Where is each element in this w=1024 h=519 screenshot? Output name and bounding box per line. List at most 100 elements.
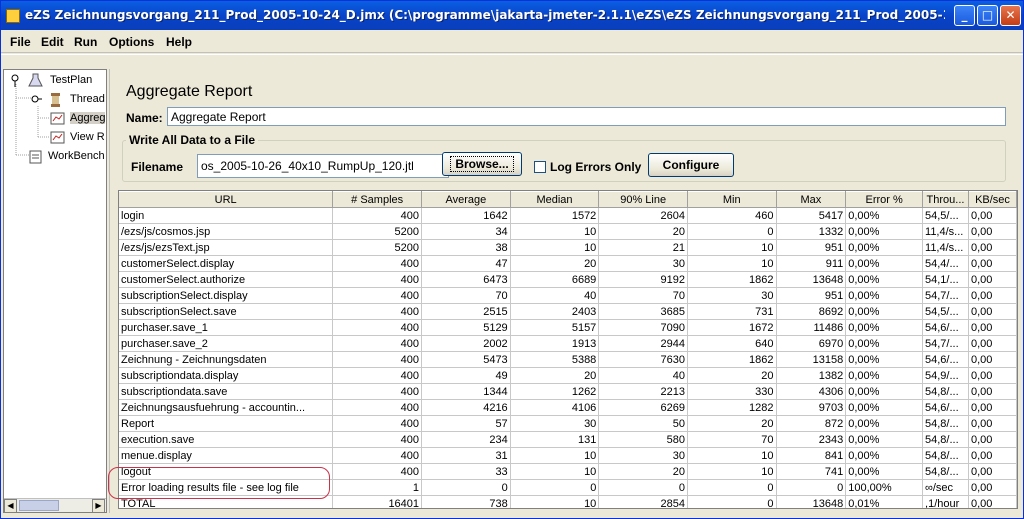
table-row[interactable]: Zeichnung - Zeichnungsdaten 400 5473 5388 76… <box>119 351 1017 368</box>
table-cell: 2403 <box>510 303 600 320</box>
table-cell: 10 <box>510 239 600 256</box>
table-row[interactable]: Error loading results file - see log fil… <box>119 479 1017 496</box>
scroll-right-button[interactable]: ▶ <box>92 499 105 512</box>
table-cell: 54,5/... <box>922 207 969 224</box>
table-row[interactable]: login 400 1642 1572 2604 460 5417 0,00% 54,5/...… <box>119 207 1017 224</box>
table-cell: 0 <box>687 495 777 508</box>
expand-toggle-icon[interactable] <box>30 92 45 107</box>
split-pane-divider[interactable] <box>109 69 116 513</box>
clipboard-icon <box>29 150 42 164</box>
column-header[interactable]: URL <box>119 191 334 208</box>
table-cell: 0,00 <box>968 399 1017 416</box>
spool-icon <box>51 93 60 107</box>
table-row[interactable]: purchaser.save_1 400 5129 5157 7090 1672 11486… <box>119 319 1017 336</box>
filename-input[interactable]: os_2005-10-26_40x10_RumpUp_120.jtl <box>197 154 449 178</box>
menu-help[interactable]: Help <box>166 35 192 49</box>
table-cell: customerSelect.display <box>119 255 334 272</box>
table-cell: Zeichnung - Zeichnungsdaten <box>119 351 334 368</box>
table-row[interactable]: purchaser.save_2 400 2002 1913 2944 640 6970 0,… <box>119 335 1017 352</box>
table-row[interactable]: logout 400 33 10 20 10 741 0,00% 54,8/... 0,00 <box>119 463 1017 480</box>
table-cell: 2343 <box>776 431 847 448</box>
menu-run[interactable]: Run <box>74 35 97 49</box>
table-cell: menue.display <box>119 447 334 464</box>
menu-edit[interactable]: Edit <box>41 35 64 49</box>
table-cell: 50 <box>598 415 688 432</box>
table-row[interactable]: TOTAL 16401 738 10 2854 0 13648 0,01% ,1/hour 0,0… <box>119 495 1017 508</box>
table-cell: 0,00% <box>845 319 924 336</box>
column-header[interactable]: Min <box>687 191 777 208</box>
scroll-thumb[interactable] <box>19 500 59 511</box>
table-cell: 21 <box>598 239 688 256</box>
table-cell: 11,4/s... <box>922 239 969 256</box>
table-cell: 5417 <box>776 207 847 224</box>
table-cell: 400 <box>332 463 423 480</box>
table-row[interactable]: /ezs/js/cosmos.jsp 5200 34 10 20 0 1332 0,00% 11… <box>119 223 1017 240</box>
column-header[interactable]: # Samples <box>332 191 423 208</box>
table-cell: 6970 <box>776 335 847 352</box>
table-cell: 400 <box>332 319 423 336</box>
expand-pin-icon[interactable] <box>10 73 25 88</box>
table-cell: 4106 <box>510 399 600 416</box>
table-row[interactable]: subscriptionSelect.save 400 2515 2403 3685 73… <box>119 303 1017 320</box>
table-row[interactable]: subscriptiondata.display 400 49 20 40 20 1382 0… <box>119 367 1017 384</box>
table-cell: 38 <box>421 239 511 256</box>
table-cell: 6473 <box>421 271 511 288</box>
table-cell: 0,00 <box>968 495 1017 508</box>
table-cell: 4216 <box>421 399 511 416</box>
minimize-button[interactable]: _ <box>954 5 975 26</box>
page-title: Aggregate Report <box>126 83 253 100</box>
table-cell: TOTAL <box>119 495 334 508</box>
table-cell: 2944 <box>598 335 688 352</box>
column-header[interactable]: Median <box>510 191 600 208</box>
table-row[interactable]: customerSelect.authorize 400 6473 6689 9192 1… <box>119 271 1017 288</box>
table-cell: 0,00% <box>845 431 924 448</box>
log-errors-checkbox[interactable] <box>534 161 546 173</box>
table-row[interactable]: customerSelect.display 400 47 20 30 10 911 0,00… <box>119 255 1017 272</box>
table-row[interactable]: /ezs/js/ezsText.jsp 5200 38 10 21 10 951 0,00% 1… <box>119 239 1017 256</box>
table-header-row: URL # Samples Average Median 90% Line Min Max E… <box>119 191 1017 208</box>
title-bar[interactable]: eZS Zeichnungsvorgang_211_Prod_2005-10-2… <box>1 1 1023 30</box>
column-header[interactable]: Throu... <box>922 191 969 208</box>
configure-button[interactable]: Configure <box>648 153 734 177</box>
table-cell: 400 <box>332 255 423 272</box>
group-title: Write All Data to a File <box>126 133 259 147</box>
table-row[interactable]: menue.display 400 31 10 30 10 841 0,00% 54,8/...… <box>119 447 1017 464</box>
table-cell: 330 <box>687 383 777 400</box>
flask-icon <box>28 73 43 87</box>
results-table-container[interactable]: URL # Samples Average Median 90% Line Min Max E… <box>118 190 1018 509</box>
table-cell: 20 <box>598 223 688 240</box>
column-header[interactable]: 90% Line <box>598 191 688 208</box>
name-input[interactable]: Aggregate Report <box>167 107 1006 126</box>
close-button[interactable]: ✕ <box>1000 5 1021 26</box>
menu-options[interactable]: Options <box>109 35 154 49</box>
table-cell: 951 <box>776 287 847 304</box>
column-header[interactable]: KB/sec <box>968 191 1017 208</box>
table-row[interactable]: subscriptionSelect.display 400 70 40 70 30 951… <box>119 287 1017 304</box>
table-cell: 0,00 <box>968 287 1017 304</box>
menu-file[interactable]: File <box>10 35 31 49</box>
tree-horizontal-scrollbar[interactable]: ◀ ▶ <box>4 498 106 512</box>
table-cell: 741 <box>776 463 847 480</box>
table-cell: customerSelect.authorize <box>119 271 334 288</box>
table-cell: 30 <box>598 255 688 272</box>
table-cell: 54,8/... <box>922 431 969 448</box>
table-cell: 460 <box>687 207 777 224</box>
column-header[interactable]: Average <box>421 191 511 208</box>
scroll-left-button[interactable]: ◀ <box>4 499 17 512</box>
table-row[interactable]: Report 400 57 30 50 20 872 0,00% 54,8/... 0,00 <box>119 415 1017 432</box>
table-row[interactable]: subscriptiondata.save 400 1344 1262 2213 330 4… <box>119 383 1017 400</box>
maximize-button[interactable]: □ <box>977 5 998 26</box>
table-cell: 100,00% <box>845 479 924 496</box>
table-cell: 731 <box>687 303 777 320</box>
table-cell: Report <box>119 415 334 432</box>
column-header[interactable]: Error % <box>845 191 924 208</box>
browse-button[interactable]: Browse... <box>442 152 522 176</box>
table-cell: 54,5/... <box>922 303 969 320</box>
table-row[interactable]: Zeichnungsausfuehrung - accountin... 400 4… <box>119 399 1017 416</box>
table-row[interactable]: execution.save 400 234 131 580 70 2343 0,00% 54,… <box>119 431 1017 448</box>
column-header[interactable]: Max <box>776 191 847 208</box>
table-cell: 30 <box>687 287 777 304</box>
table-cell: 1572 <box>510 207 600 224</box>
table-cell: 400 <box>332 367 423 384</box>
table-cell: /ezs/js/ezsText.jsp <box>119 239 334 256</box>
